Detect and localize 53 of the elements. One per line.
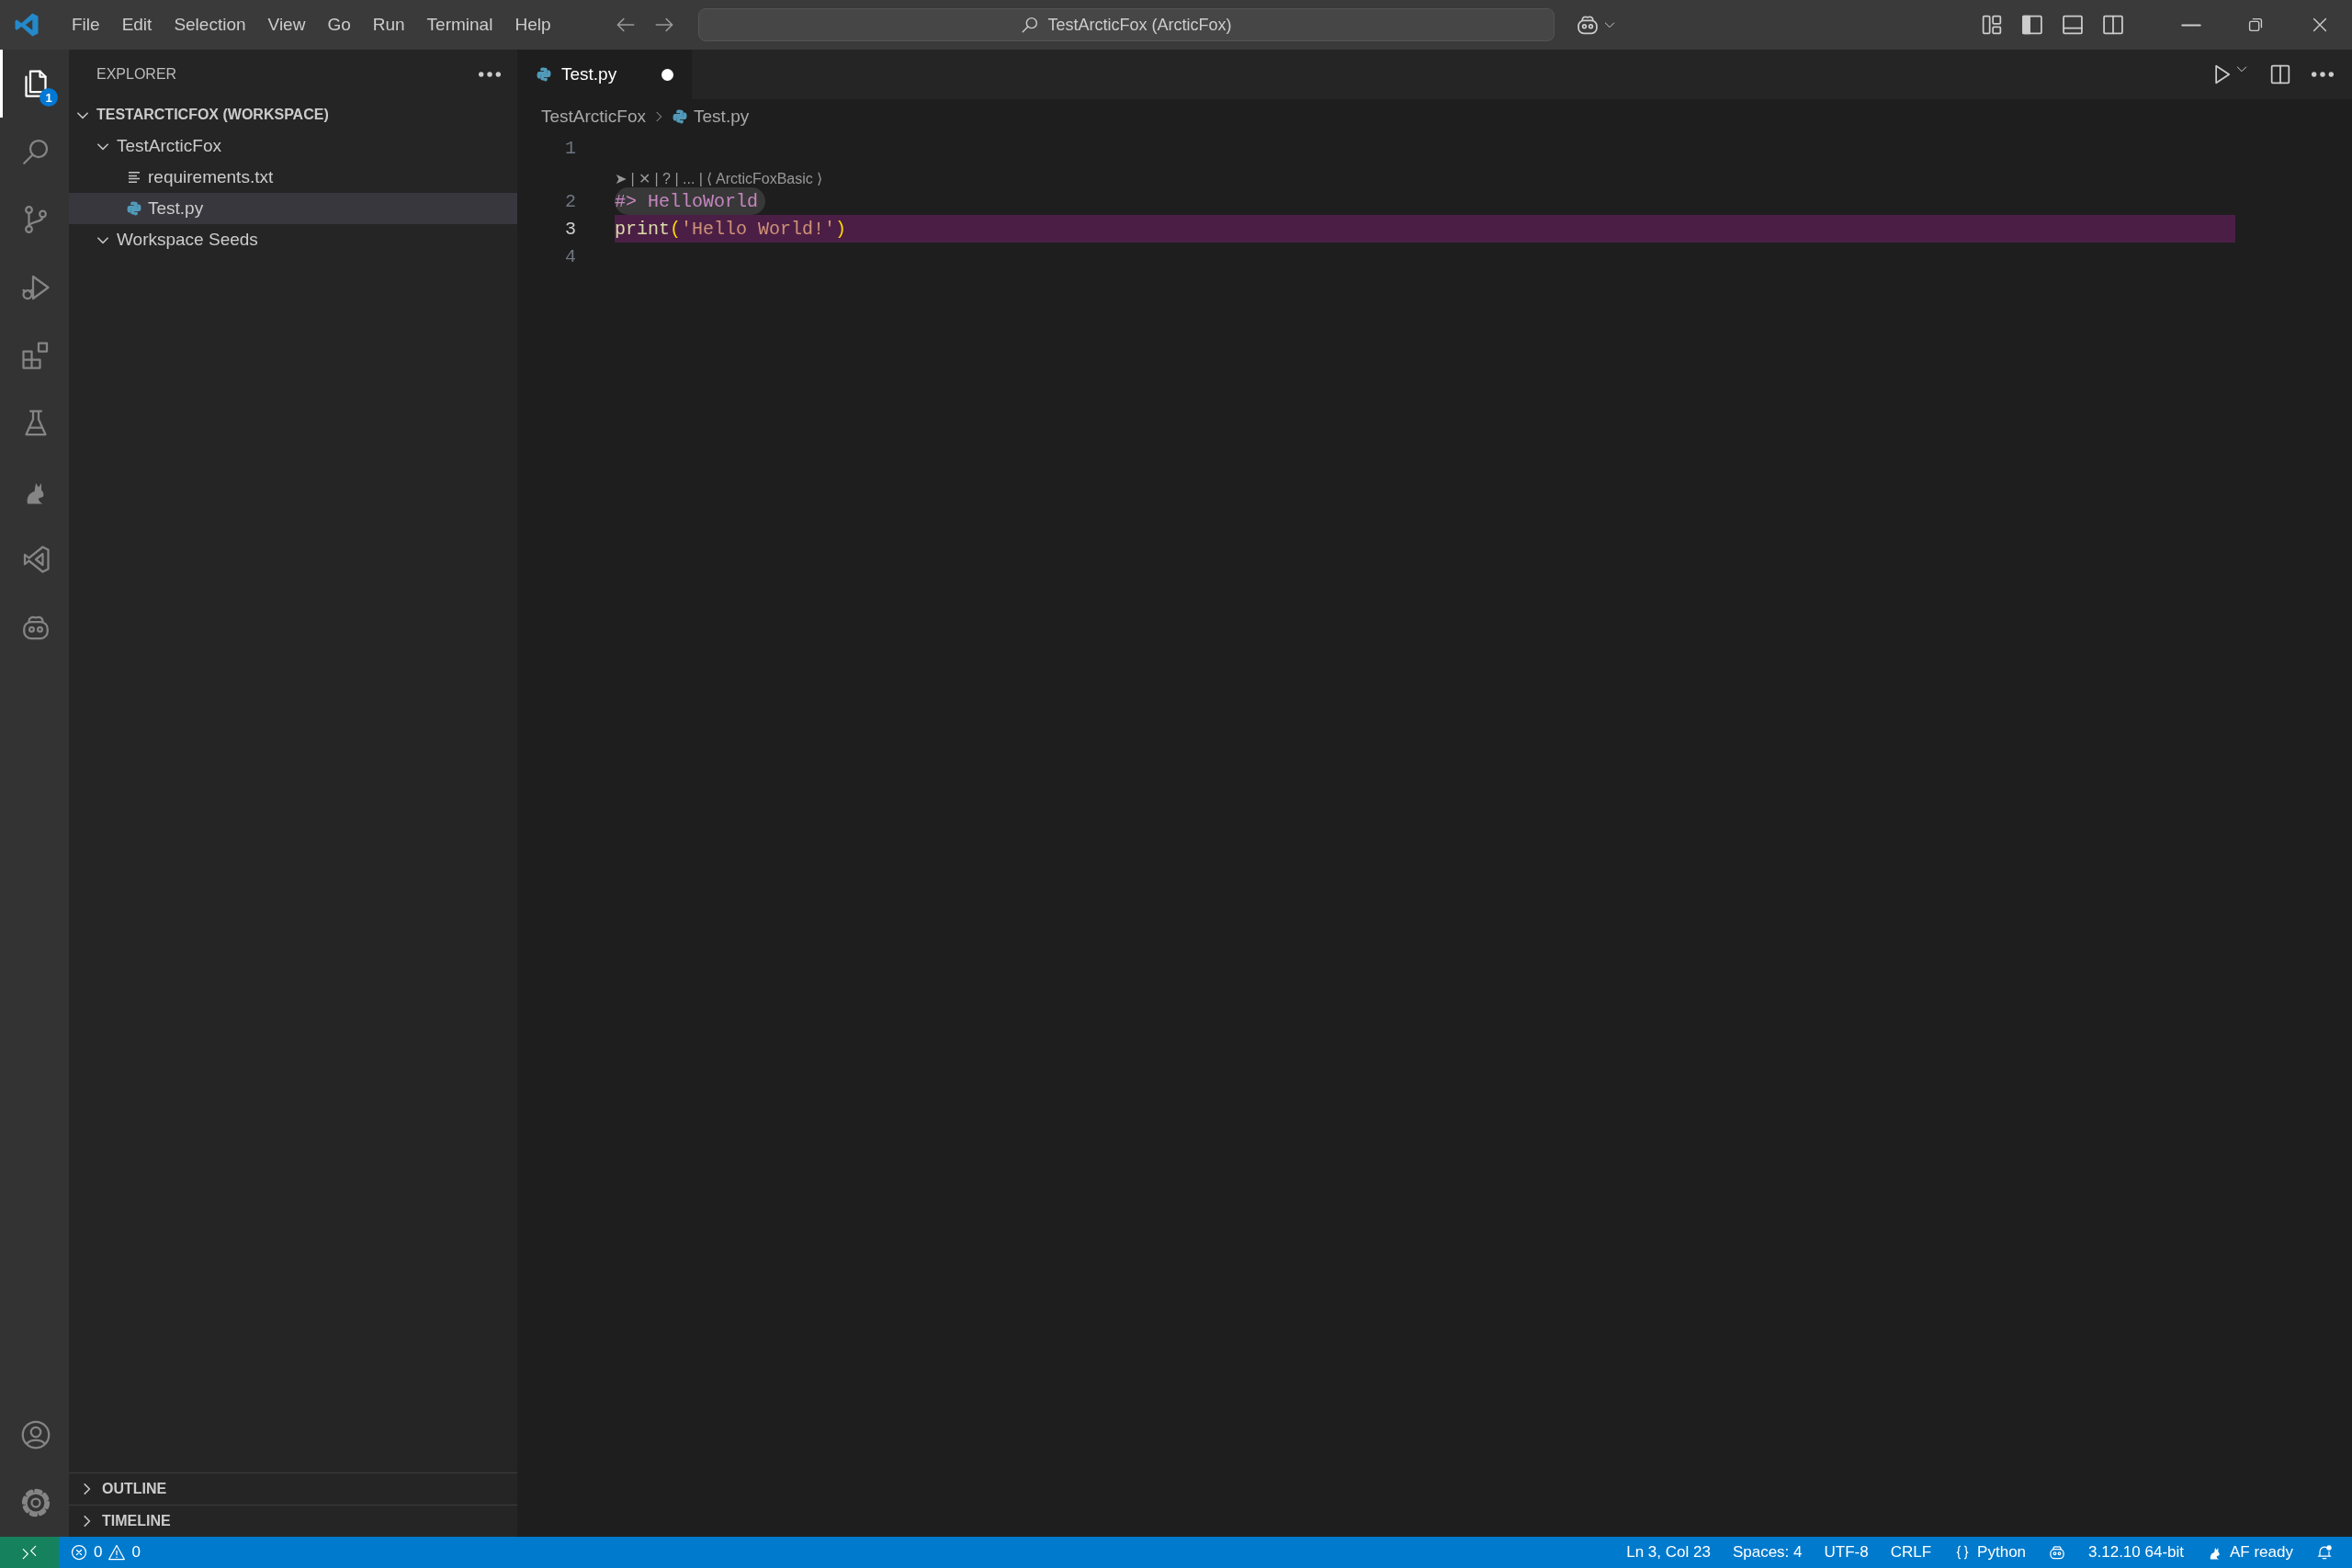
file-type-icon bbox=[536, 66, 552, 83]
bell-icon bbox=[2315, 1543, 2334, 1562]
folder-row[interactable]: Workspace Seeds bbox=[69, 224, 517, 255]
file-type-icon bbox=[672, 108, 689, 125]
breadcrumb-item[interactable]: Test.py bbox=[694, 107, 750, 127]
code-lens[interactable]: ➤ | ✕ | ? | ... | ⟨ ArcticFoxBasic ⟩ bbox=[615, 162, 2352, 187]
menu-item[interactable]: Terminal bbox=[415, 11, 504, 39]
breadcrumb-item[interactable]: TestArcticFox bbox=[541, 107, 647, 127]
workspace-title: TestArcticFox (ArcticFox) bbox=[1047, 15, 1232, 35]
warning-count: 0 bbox=[131, 1543, 141, 1562]
folder-row[interactable]: TESTARCTICFOX (WORKSPACE) bbox=[69, 99, 517, 130]
menu-item[interactable]: View bbox=[256, 11, 317, 39]
error-count: 0 bbox=[94, 1543, 103, 1562]
more-icon bbox=[479, 72, 501, 77]
minimize-icon bbox=[2181, 23, 2201, 27]
menu-item[interactable]: Help bbox=[503, 11, 562, 39]
editor-tab[interactable]: Test.py bbox=[517, 50, 692, 99]
robot-icon bbox=[2048, 1543, 2067, 1562]
line-number: 2 bbox=[564, 190, 576, 212]
code-line: #> HelloWorld bbox=[615, 187, 766, 215]
menu-item[interactable]: Run bbox=[361, 11, 416, 39]
folder-row[interactable]: TestArcticFox bbox=[69, 130, 517, 162]
file-type-icon bbox=[126, 200, 142, 217]
status-item[interactable]: 3.12.10 64-bit bbox=[2077, 1537, 2195, 1568]
warning-icon bbox=[107, 1543, 127, 1562]
menu-item[interactable]: Go bbox=[316, 11, 362, 39]
count-badge: 1 bbox=[40, 88, 58, 107]
menu-item[interactable]: File bbox=[61, 11, 111, 39]
lines-icon bbox=[126, 169, 142, 186]
app-logo-icon[interactable] bbox=[13, 11, 40, 39]
line-number: 3 bbox=[564, 218, 576, 240]
settings-icon bbox=[19, 1486, 52, 1519]
panel-header[interactable]: OUTLINE bbox=[69, 1472, 517, 1505]
menu-item[interactable]: Edit bbox=[110, 11, 164, 39]
status-item[interactable]: CRLF bbox=[1879, 1537, 1943, 1568]
error-icon bbox=[70, 1543, 88, 1562]
file-row[interactable]: requirements.txt bbox=[69, 162, 517, 193]
status-item[interactable]: UTF-8 bbox=[1813, 1537, 1880, 1568]
remote-icon bbox=[20, 1543, 39, 1562]
problems-button[interactable]: 0 0 bbox=[59, 1537, 152, 1568]
command-center[interactable]: TestArcticFox (ArcticFox) bbox=[697, 8, 1555, 41]
file-row[interactable]: Test.py bbox=[69, 193, 517, 224]
status-item[interactable]: AF ready bbox=[2195, 1537, 2304, 1568]
status-item[interactable]: Spaces: 4 bbox=[1721, 1537, 1814, 1568]
sidebar-title: EXPLORER bbox=[96, 66, 177, 83]
account-icon bbox=[19, 1418, 52, 1451]
menu-item[interactable]: Selection bbox=[163, 11, 257, 39]
status-item[interactable]: Ln 3, Col 23 bbox=[1615, 1537, 1722, 1568]
more-icon bbox=[2312, 72, 2334, 77]
status-item[interactable]: Python bbox=[1942, 1537, 2038, 1568]
line-number: 1 bbox=[564, 137, 576, 159]
unsaved-dot-icon bbox=[662, 68, 673, 81]
line-number: 4 bbox=[564, 245, 576, 267]
